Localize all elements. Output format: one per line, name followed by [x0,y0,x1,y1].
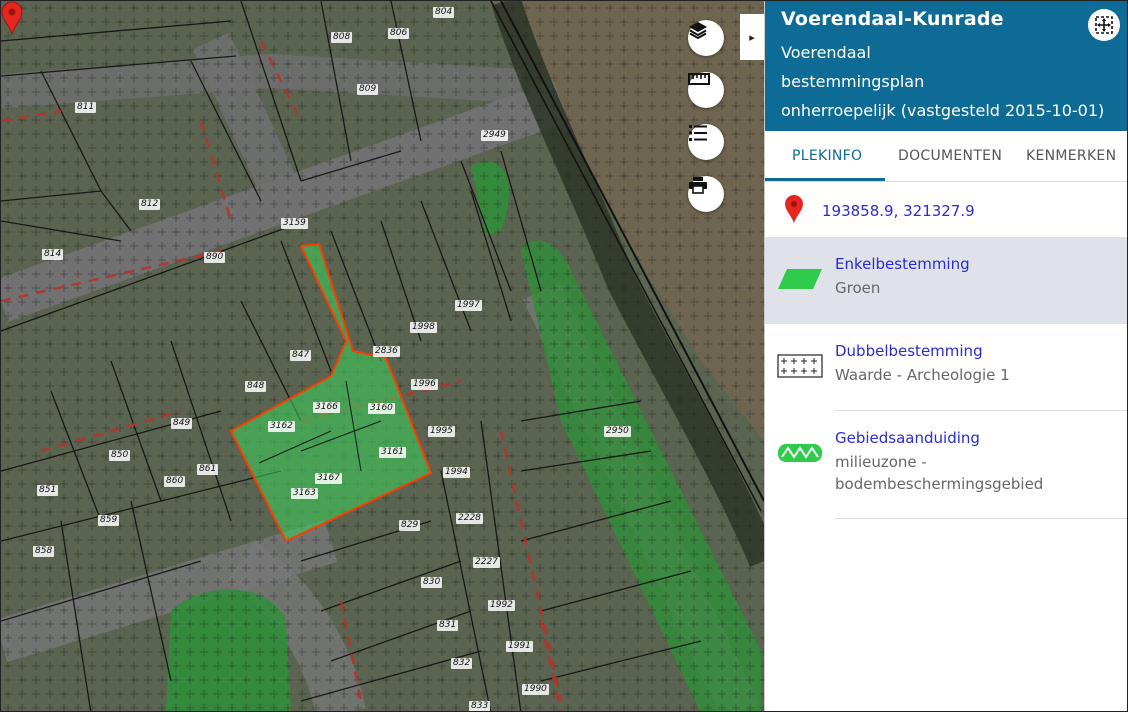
parcel-label: 829 [399,520,421,531]
layers-button[interactable] [688,20,724,56]
parcel-label: 1990 [522,684,549,695]
parcel-label: 1997 [455,300,482,311]
item-subtitle: Waarde - Archeologie 1 [835,366,1010,384]
location-marker-icon[interactable] [1,1,23,35]
panel-tabs: PLEKINFO DOCUMENTEN KENMERKEN [765,131,1127,182]
location-pin-icon [785,195,803,223]
parcel-label: 3163 [291,488,318,499]
ruler-icon [688,73,710,85]
parcel-label: 3161 [379,447,406,458]
parcel-label: 812 [139,199,161,210]
parcel-label: 859 [98,515,120,526]
parcel-label: 3166 [313,402,340,413]
parcel-label: 890 [204,252,226,263]
expand-icon [1095,16,1113,34]
parcel-label: 847 [290,350,312,361]
item-subtitle: Groen [835,279,881,297]
parcel-label: 1994 [443,467,470,478]
item-title[interactable]: Enkelbestemming [835,255,970,273]
parcel-label: 2228 [456,513,483,524]
list-icon [689,125,707,141]
parcel-label: 3160 [368,403,395,414]
parcel-label: 2836 [373,346,400,357]
parcel-label: 2950 [604,426,631,437]
parcel-label: 830 [421,577,443,588]
cross-hatch-icon [777,354,823,378]
plan-title: Voerendaal-Kunrade [781,8,1004,30]
item-title[interactable]: Dubbelbestemming [835,342,983,360]
active-tab-indicator [765,178,885,181]
parcel-label: 2949 [481,130,508,141]
parcel-label: 833 [469,701,491,711]
parcel-label: 1995 [428,426,455,437]
parcel-label: 3167 [315,473,342,484]
parcel-label: 860 [164,476,186,487]
print-button[interactable] [688,176,724,212]
parcel-label: 811 [75,102,97,113]
parcel-label: 1998 [410,322,437,333]
printer-icon [689,177,707,194]
parcel-label: 831 [437,620,459,631]
coordinates-row: 193858.9, 321327.9 [765,182,1127,237]
parcel-label: 832 [451,658,473,669]
legend-button[interactable] [688,124,724,160]
parcel-label: 849 [171,418,193,429]
app-frame: 804 808 806 809 811 812 814 890 3159 294… [0,0,1128,712]
parcel-label: 3159 [281,218,308,229]
parcel-label: 848 [245,381,267,392]
item-subtitle: milieuzone - bodembeschermingsgebied [835,453,1044,493]
panel-header: Voerendaal-Kunrade Voerendaal bestemming… [765,1,1127,131]
parcel-label: 850 [109,450,131,461]
municipality: Voerendaal [781,43,871,62]
layers-icon [689,22,707,40]
measure-button[interactable] [688,72,724,108]
parcel-label: 809 [357,84,379,95]
item-title[interactable]: Gebiedsaanduiding [835,429,980,447]
parcel-label: 851 [37,485,59,496]
parcel-label: 1996 [411,379,438,390]
fullscreen-button[interactable] [1088,9,1120,41]
parcel-label: 1992 [488,600,515,611]
coordinates-link[interactable]: 193858.9, 321327.9 [822,202,975,220]
plan-status: onherroepelijk (vastgesteld 2015-10-01) [781,101,1105,120]
tab-documenten[interactable]: DOCUMENTEN [898,148,1002,164]
chevron-right-icon: ▸ [749,30,755,44]
green-parallelogram-icon [778,269,822,289]
parcel-label: 808 [331,32,353,43]
parcel-label: 3162 [268,421,295,432]
list-item-dubbelbestemming[interactable]: Dubbelbestemming Waarde - Archeologie 1 [765,324,1127,411]
tab-kenmerken[interactable]: KENMERKEN [1026,148,1116,164]
collapse-panel-button[interactable]: ▸ [740,14,764,60]
tab-plekinfo[interactable]: PLEKINFO [792,148,862,164]
parcel-label: 806 [388,28,410,39]
parcel-label: 858 [33,546,55,557]
green-zigzag-icon [778,444,822,462]
parcel-label: 2227 [473,557,500,568]
list-item-gebiedsaanduiding[interactable]: Gebiedsaanduiding milieuzone - bodembesc… [765,411,1127,519]
list-item-enkelbestemming[interactable]: Enkelbestemming Groen [765,237,1127,324]
info-panel: Voerendaal-Kunrade Voerendaal bestemming… [764,1,1127,711]
parcel-label: 814 [42,249,64,260]
parcel-label: 1991 [506,641,533,652]
plan-type: bestemmingsplan [781,72,925,91]
map-view[interactable]: 804 808 806 809 811 812 814 890 3159 294… [1,1,764,711]
parcel-label: 861 [197,464,219,475]
parcel-label: 804 [433,7,455,18]
